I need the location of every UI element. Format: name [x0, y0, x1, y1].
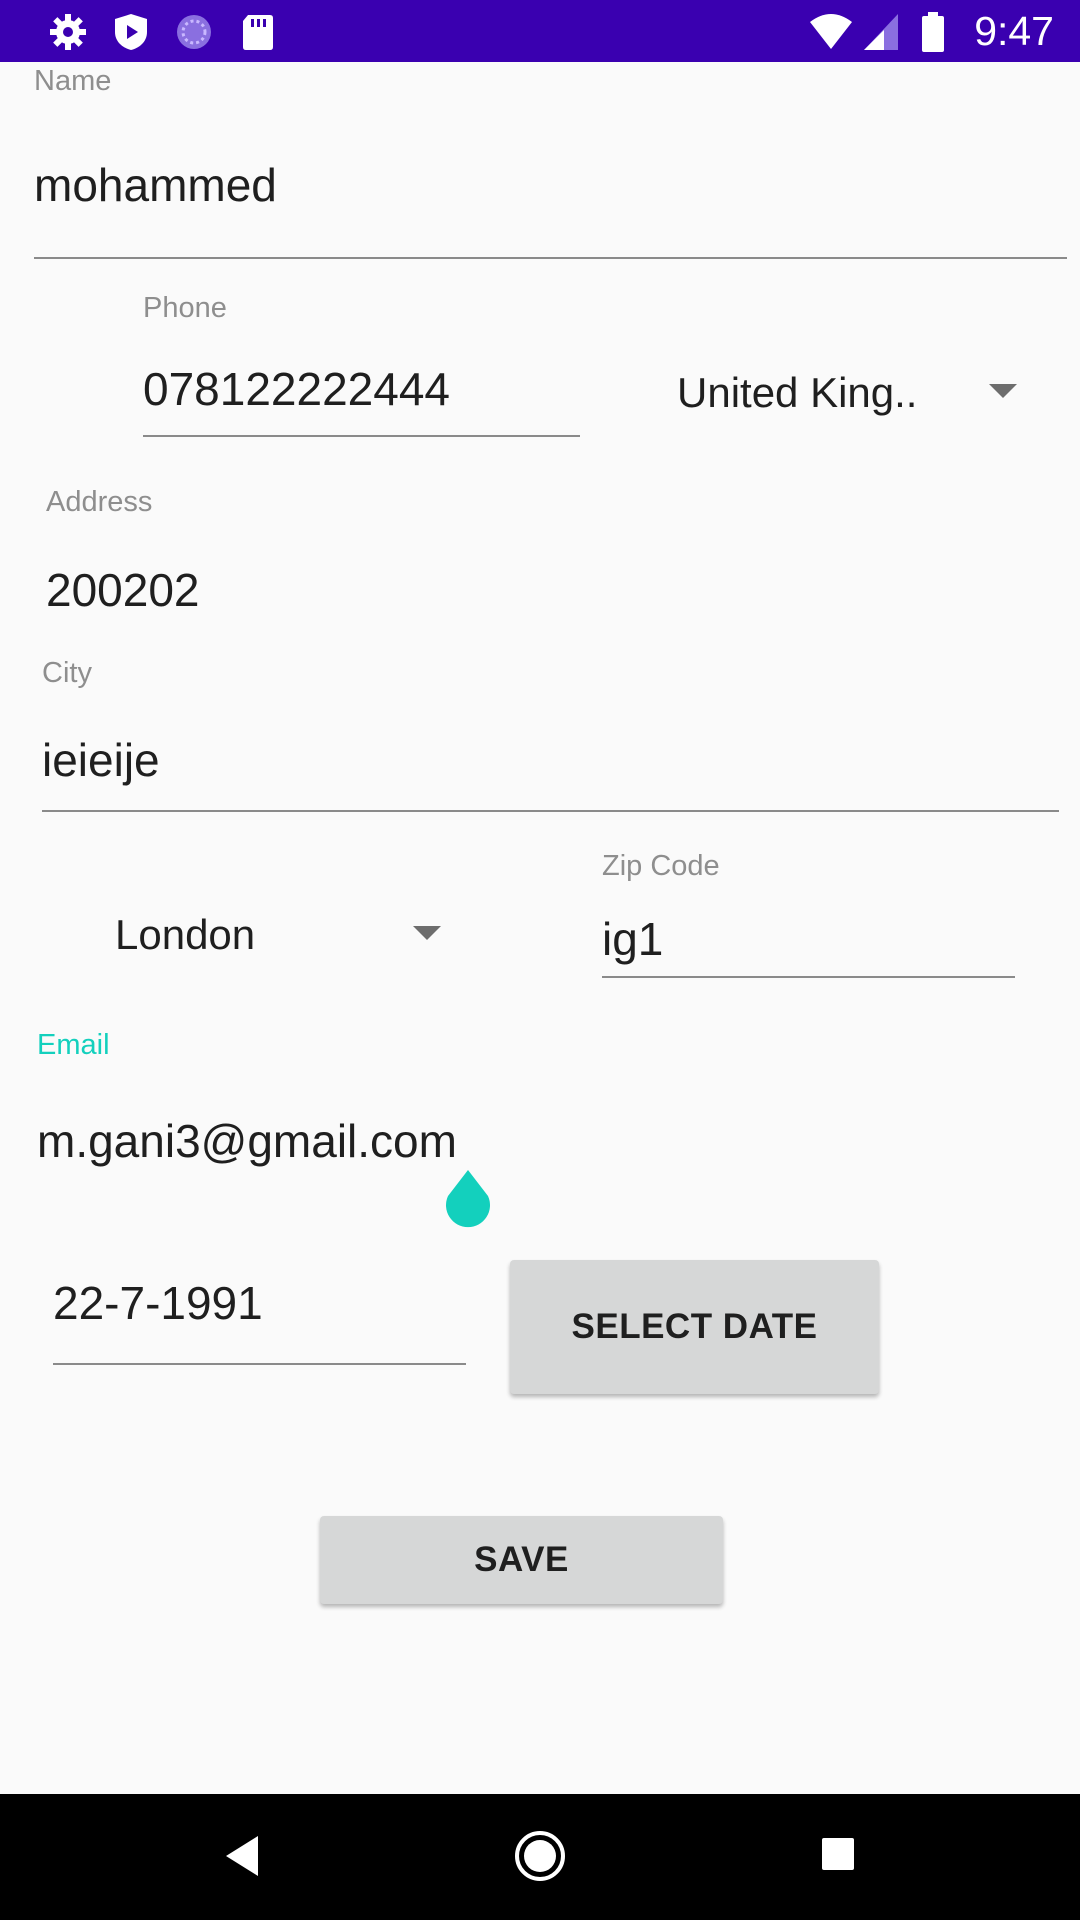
dropdown-arrow-icon [989, 384, 1017, 398]
city-underline [42, 810, 1059, 812]
wifi-icon [810, 14, 852, 49]
phone-underline [143, 435, 580, 437]
back-icon[interactable] [222, 1833, 262, 1879]
recents-icon[interactable] [820, 1836, 856, 1872]
zip-input[interactable]: ig1 [602, 912, 663, 966]
address-input[interactable]: 200202 [46, 563, 200, 617]
home-icon[interactable] [513, 1829, 567, 1883]
phone-label: Phone [143, 292, 227, 324]
save-button[interactable]: SAVE [320, 1516, 723, 1604]
city-spinner-value: London [115, 911, 256, 958]
email-label: Email [37, 1029, 110, 1061]
name-label: Name [34, 65, 112, 97]
email-input[interactable]: m.gani3@gmail.com [37, 1114, 457, 1168]
dropdown-arrow-icon [413, 926, 441, 940]
battery-icon [922, 12, 944, 52]
text-cursor-handle-icon[interactable] [440, 1168, 496, 1236]
address-label: Address [46, 486, 153, 518]
country-spinner[interactable]: United King.. [660, 350, 1030, 430]
country-spinner-value: United King.. [677, 369, 918, 416]
city-spinner[interactable]: London [100, 890, 450, 970]
date-input[interactable]: 22-7-1991 [53, 1276, 263, 1330]
select-date-button[interactable]: SELECT DATE [510, 1260, 879, 1394]
zip-underline [602, 976, 1015, 978]
date-underline [53, 1363, 466, 1365]
shield-play-icon [115, 14, 147, 50]
status-bar: 9:47 [0, 0, 1080, 62]
clock: 9:47 [974, 8, 1054, 54]
cell-signal-icon [864, 14, 898, 50]
navigation-bar [0, 1794, 1080, 1920]
sd-card-icon [243, 15, 273, 50]
name-input[interactable]: mohammed [34, 158, 277, 212]
city-label: City [42, 657, 92, 689]
gear-icon [50, 14, 86, 50]
phone-input[interactable]: 078122222444 [143, 362, 450, 416]
name-underline [34, 257, 1067, 259]
city-input[interactable]: ieieije [42, 733, 160, 787]
sync-circle-icon [177, 15, 211, 49]
zip-label: Zip Code [602, 850, 720, 882]
